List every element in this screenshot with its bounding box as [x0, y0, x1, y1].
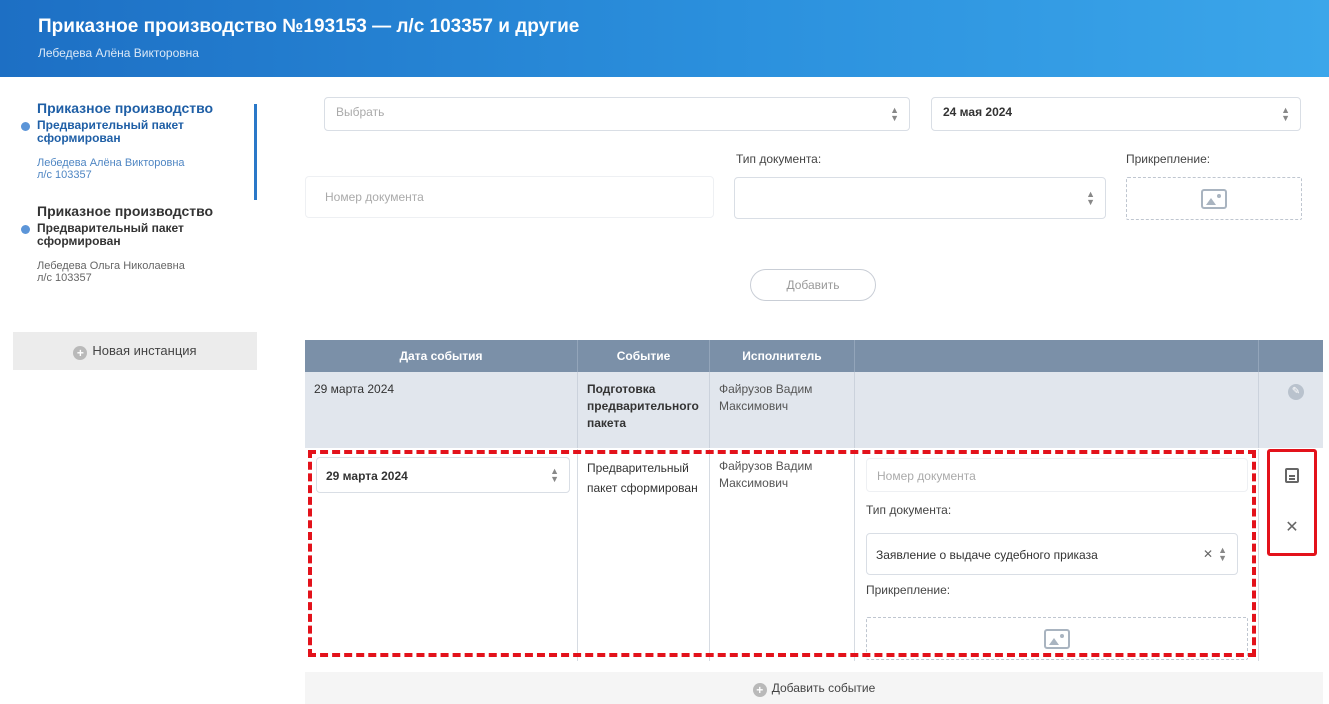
row-date-cell: 29 марта 2024 ▲ ▼ [305, 449, 578, 661]
plus-circle-icon: + [752, 683, 767, 697]
add-button[interactable]: Добавить [750, 269, 876, 301]
table-header: Дата события Событие Исполнитель [305, 340, 1323, 372]
chevron-updown-icon: ▲ ▼ [1281, 105, 1290, 123]
chevron-updown-icon: ▲ ▼ [550, 466, 559, 484]
attachment-label: Прикрепление: [1126, 152, 1211, 166]
cancel-button[interactable]: ✕ [1272, 508, 1312, 548]
row-attachment-dropzone[interactable] [866, 617, 1248, 660]
row-doc-type-label: Тип документа: [866, 503, 952, 517]
executor-select[interactable]: Выбрать ▲ ▼ [324, 97, 910, 131]
instance-item-1[interactable]: Приказное производство Предварительный п… [13, 100, 257, 200]
attachment-dropzone[interactable] [1126, 177, 1302, 220]
instance-title: Приказное производство [37, 203, 214, 219]
add-event-button[interactable]: + Добавить событие [305, 672, 1323, 704]
row-date: 29 марта 2024 [305, 372, 578, 448]
row-date-value: 29 марта 2024 [326, 469, 408, 483]
date-value: 24 мая 2024 [943, 105, 1013, 119]
status-dot-icon [21, 225, 30, 234]
table-row: 29 марта 2024 Подготовка предварительног… [305, 372, 1323, 448]
row-details [855, 372, 1259, 448]
doc-number-placeholder: Номер документа [325, 190, 424, 204]
instance-status-text: Предварительный пакет сформирован [37, 221, 184, 248]
edit-icon[interactable]: ✎ [1288, 384, 1304, 400]
row-executor: Файрузов Вадим Максимович [710, 449, 855, 661]
row-date-select[interactable]: 29 марта 2024 ▲ ▼ [316, 457, 570, 493]
row-doc-number-input[interactable]: Номер документа [866, 458, 1248, 492]
chevron-updown-icon: ▲ ▼ [1086, 189, 1095, 207]
image-icon [1044, 628, 1070, 649]
doc-type-label: Тип документа: [736, 152, 822, 166]
instance-person: Лебедева Алёна Викторовна [37, 157, 185, 169]
status-dot-icon [21, 122, 30, 131]
page-header: Приказное производство №193153 — л/с 103… [0, 0, 1329, 77]
column-header-date: Дата события [305, 340, 578, 372]
row-executor: Файрузов Вадим Максимович [710, 372, 855, 448]
instance-account: л/с 103357 [37, 169, 92, 181]
chevron-updown-icon: ▲ ▼ [1218, 545, 1227, 563]
instance-title: Приказное производство [37, 100, 214, 116]
column-header-details [855, 340, 1259, 372]
instance-status: Предварительный пакет сформирован [21, 221, 257, 248]
sidebar: Приказное производство Предварительный п… [13, 100, 257, 370]
select-placeholder: Выбрать [336, 105, 385, 119]
instance-account: л/с 103357 [37, 272, 92, 284]
row-attachment-label: Прикрепление: [866, 583, 951, 597]
save-icon [1285, 468, 1299, 484]
row-actions: ✕ [1267, 449, 1317, 556]
row-event: Подготовка предварительного пакета [578, 372, 710, 448]
close-icon: ✕ [1285, 519, 1299, 536]
column-header-event: Событие [578, 340, 710, 372]
new-instance-button[interactable]: + Новая инстанция [13, 332, 257, 370]
chevron-updown-icon: ▲ ▼ [890, 105, 899, 123]
instance-person: Лебедева Ольга Николаевна [37, 260, 185, 272]
add-event-label: Добавить событие [771, 681, 876, 695]
row-doc-number-placeholder: Номер документа [877, 469, 976, 483]
main-content: Выбрать ▲ ▼ 24 мая 2024 ▲ ▼ Тип документа:… [305, 77, 1323, 704]
image-icon [1201, 188, 1227, 209]
column-header-actions [1259, 340, 1323, 372]
row-details-cell: Номер документа Тип документа: Заявление… [855, 449, 1259, 661]
instance-status: Предварительный пакет сформирован [21, 118, 257, 145]
row-event: Предварительный пакет сформирован [578, 449, 710, 661]
page-title: Приказное производство №193153 — л/с 103… [38, 16, 580, 37]
doc-number-input[interactable]: Номер документа [305, 176, 714, 218]
row-doc-type-value: Заявление о выдаче судебного приказа [876, 548, 1098, 562]
plus-circle-icon: + [73, 346, 88, 360]
instance-status-text: Предварительный пакет сформирован [37, 118, 184, 145]
column-header-executor: Исполнитель [710, 340, 855, 372]
events-table: Дата события Событие Исполнитель 29 март… [305, 340, 1323, 661]
instance-item-2[interactable]: Приказное производство Предварительный п… [13, 203, 257, 284]
table-row-editing: 29 марта 2024 ▲ ▼ Предварительный пакет с… [305, 449, 1323, 661]
event-date-select[interactable]: 24 мая 2024 ▲ ▼ [931, 97, 1301, 131]
row-doc-type-select[interactable]: Заявление о выдаче судебного приказа ✕ ▲… [866, 533, 1238, 575]
page-subtitle: Лебедева Алёна Викторовна [38, 46, 199, 60]
new-instance-label: Новая инстанция [92, 343, 197, 358]
doc-type-select[interactable]: ▲ ▼ [734, 177, 1106, 219]
save-button[interactable] [1272, 456, 1312, 496]
clear-icon[interactable]: ✕ [1203, 547, 1213, 561]
